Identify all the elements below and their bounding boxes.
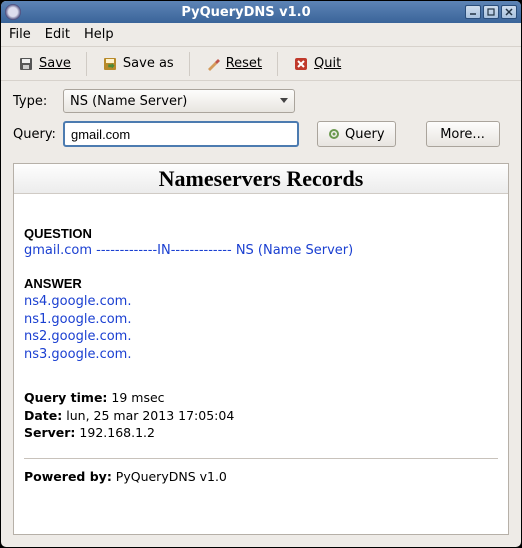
answer-item: ns4.google.com. <box>24 293 498 311</box>
powered-by: Powered by: PyQueryDNS v1.0 <box>24 469 498 484</box>
type-select[interactable]: NS (Name Server) <box>63 89 295 113</box>
run-icon <box>328 128 340 140</box>
query-form: Type: NS (Name Server) Query: Query More… <box>1 81 521 161</box>
query-input[interactable] <box>63 121 299 147</box>
menu-edit[interactable]: Edit <box>45 27 70 42</box>
save-as-label: Save as <box>123 56 174 71</box>
save-label: Save <box>39 56 71 71</box>
close-icon <box>505 8 513 16</box>
query-label: Query: <box>13 127 57 142</box>
results-heading: Nameservers Records <box>14 164 508 194</box>
save-as-icon <box>102 56 118 72</box>
powered-value: PyQueryDNS v1.0 <box>116 469 227 484</box>
more-button[interactable]: More... <box>426 121 500 147</box>
quit-icon <box>293 56 309 72</box>
titlebar: PyQueryDNS v1.0 <box>1 1 521 23</box>
date-value: lun, 25 mar 2013 17:05:04 <box>66 408 234 423</box>
quit-label: Quit <box>314 56 341 71</box>
answers-list: ns4.google.com. ns1.google.com. ns2.goog… <box>24 293 498 363</box>
question-sep: -------------IN------------- <box>92 243 236 258</box>
query-button-label: Query <box>345 127 385 142</box>
type-value: NS (Name Server) <box>70 94 187 109</box>
menu-help[interactable]: Help <box>84 27 114 42</box>
results-panel: Nameservers Records QUESTION gmail.com -… <box>13 163 509 535</box>
meta-block: Query time: 19 msec Date: lun, 25 mar 20… <box>24 389 498 442</box>
answer-label: ANSWER <box>24 276 498 291</box>
minimize-icon <box>469 8 477 16</box>
type-label: Type: <box>13 94 57 109</box>
reset-icon <box>205 56 221 72</box>
separator <box>189 52 190 76</box>
answer-item: ns3.google.com. <box>24 346 498 364</box>
save-icon <box>18 56 34 72</box>
app-window: PyQueryDNS v1.0 File Edit Help Save Save… <box>0 0 522 548</box>
query-time: 19 msec <box>111 390 164 405</box>
save-button[interactable]: Save <box>9 52 80 76</box>
question-label: QUESTION <box>24 226 498 241</box>
question-line: gmail.com -------------IN------------- N… <box>24 243 498 258</box>
chevron-down-icon <box>280 98 288 104</box>
query-button[interactable]: Query <box>317 121 396 147</box>
answer-item: ns1.google.com. <box>24 311 498 329</box>
maximize-button[interactable] <box>483 5 499 19</box>
save-as-button[interactable]: Save as <box>93 52 183 76</box>
answer-item: ns2.google.com. <box>24 328 498 346</box>
question-type: NS (Name Server) <box>236 243 353 258</box>
close-button[interactable] <box>501 5 517 19</box>
minimize-button[interactable] <box>465 5 481 19</box>
app-icon <box>5 4 21 20</box>
query-time-label: Query time: <box>24 390 107 405</box>
separator <box>277 52 278 76</box>
toolbar: Save Save as Reset Quit <box>1 47 521 81</box>
date-label: Date: <box>24 408 62 423</box>
separator <box>86 52 87 76</box>
reset-label: Reset <box>226 56 262 71</box>
reset-button[interactable]: Reset <box>196 52 271 76</box>
more-button-label: More... <box>440 127 485 142</box>
divider <box>24 458 498 459</box>
quit-button[interactable]: Quit <box>284 52 350 76</box>
powered-label: Powered by: <box>24 469 112 484</box>
window-title: PyQueryDNS v1.0 <box>27 5 465 20</box>
question-name: gmail.com <box>24 243 92 258</box>
maximize-icon <box>487 8 495 16</box>
menu-file[interactable]: File <box>9 27 31 42</box>
server-value: 192.168.1.2 <box>79 425 155 440</box>
menubar: File Edit Help <box>1 23 521 47</box>
server-label: Server: <box>24 425 75 440</box>
